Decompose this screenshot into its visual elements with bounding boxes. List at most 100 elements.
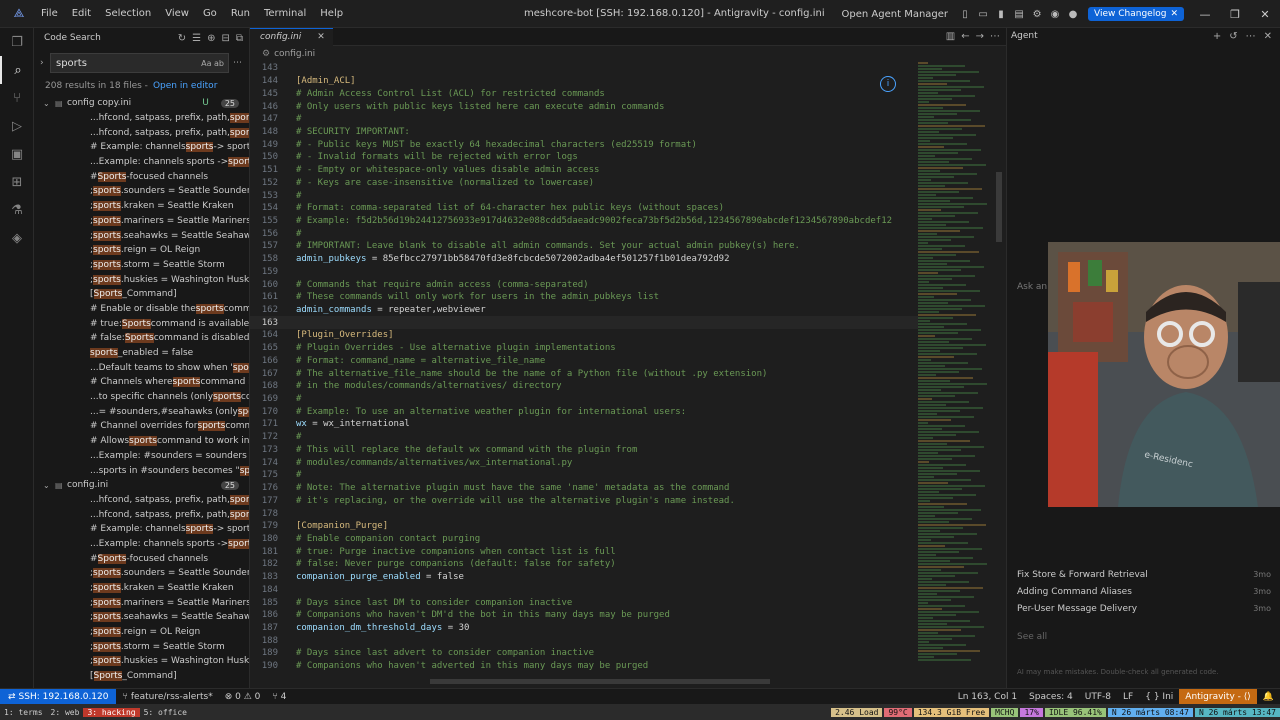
database-icon[interactable]: ◈ (0, 224, 34, 252)
code-line[interactable]: 161 # These commands will only work for u… (250, 291, 918, 304)
go-back-icon[interactable]: ← (961, 31, 969, 42)
code-line[interactable]: 190 # Companions who haven't adverted in … (250, 660, 918, 672)
open-agent-manager-button[interactable]: Open Agent Manager (842, 9, 949, 20)
result-match-line[interactable]: [Sports _Command] (34, 669, 249, 684)
remote-explorer-icon[interactable]: ▣ (0, 140, 34, 168)
result-match-line[interactable]: # false: Sports command is disabled (34, 331, 249, 346)
menu-item-terminal[interactable]: Terminal (257, 8, 313, 19)
result-match-line[interactable]: # Example: channels sports -> sports.sou… (34, 522, 249, 537)
layout-sidebar-right-icon[interactable]: ▮ (993, 6, 1009, 22)
remote-indicator[interactable]: ⇄ SSH: 192.168.0.120 (0, 688, 117, 705)
code-line[interactable]: 150 # - Invalid formats will be rejected … (250, 151, 918, 164)
maximize-button[interactable]: ❐ (1220, 8, 1250, 21)
close-tab-icon[interactable]: ✕ (317, 32, 325, 42)
code-line[interactable]: 187 companion_dm_threshold_days = 30 (250, 622, 918, 635)
result-match-line[interactable]: ...= #sounders,#seahawks (only sports co… (34, 404, 249, 419)
close-window-button[interactable]: ✕ (1250, 8, 1280, 21)
result-match-line[interactable]: [Sports _Command] (34, 287, 249, 302)
refresh-icon[interactable]: ↻ (178, 33, 186, 44)
tmux-window[interactable]: 3: hacking (83, 707, 140, 717)
code-line[interactable]: 148 # SECURITY IMPORTANT: (250, 126, 918, 139)
result-match-line[interactable]: ; sports .storm = Seattle Storm (34, 258, 249, 273)
tmux-window[interactable]: 1: terms (0, 708, 47, 717)
agent-input[interactable]: Ask an (1017, 282, 1047, 292)
go-forward-icon[interactable]: → (976, 31, 984, 42)
code-line[interactable]: 155 # Example: f5d2b56d19b24412756933e917… (250, 215, 918, 228)
more-actions-icon[interactable]: ⋯ (990, 31, 1000, 42)
code-line[interactable]: 166 # Format: command_name = alternative_… (250, 355, 918, 368)
code-line[interactable]: 164 [Plugin_Overrides] (250, 329, 918, 342)
result-match-line[interactable]: ...hfcond, satpass, prefix, path, sports… (34, 125, 249, 140)
code-line[interactable]: 162 admin_commands = repeater,webviewer (250, 304, 918, 317)
result-match-line[interactable]: ...Default teams to show when 'sports' c… (34, 360, 249, 375)
code-line[interactable]: 159 (250, 266, 918, 279)
result-match-line[interactable]: # Sports -focused channels (34, 551, 249, 566)
conversation-item[interactable]: Per-User Message Delivery 3mo (1007, 600, 1280, 617)
code-line[interactable]: 175 # (250, 469, 918, 482)
code-line[interactable]: 151 # - Empty or whitespace-only values d… (250, 164, 918, 177)
minimap[interactable] (918, 62, 994, 672)
new-chat-icon[interactable]: + (1213, 31, 1221, 42)
result-match-line[interactable]: ; sports .seahawks = Seattle Seahawks (34, 228, 249, 243)
result-match-line[interactable]: ...hfcond, satpass, prefix, path, sports… (34, 493, 249, 508)
code-line[interactable]: 169 # (250, 393, 918, 406)
code-line[interactable]: 165 # Plugin Overrides - Use alternative … (250, 342, 918, 355)
testing-icon[interactable]: ⚗ (0, 196, 34, 224)
code-line[interactable]: 152 # - Keys are case-insensitive (normal… (250, 176, 918, 189)
result-match-line[interactable]: ...Example: channels sports -> sports.so… (34, 537, 249, 552)
notifications-bell-icon[interactable]: 🔔 (1257, 692, 1280, 702)
match-case-icon[interactable]: Aa ab (201, 59, 224, 68)
code-line[interactable]: 174 # modules/commands/alternatives/wx_in… (250, 456, 918, 469)
explorer-icon[interactable]: ❐ (0, 28, 34, 56)
code-line[interactable]: 153 # (250, 189, 918, 202)
info-icon[interactable]: i (880, 76, 896, 92)
encoding[interactable]: UTF-8 (1079, 692, 1117, 702)
code-line[interactable]: 160 # Commands that require admin access … (250, 278, 918, 291)
conversation-item[interactable]: Fix Store & Forward Retrieval 3mo (1007, 566, 1280, 583)
clear-results-icon[interactable]: ☰ (192, 33, 201, 44)
minimize-button[interactable]: — (1190, 8, 1220, 21)
code-line[interactable]: 185 # Days since last DM to consider comp… (250, 596, 918, 609)
close-panel-icon[interactable]: ✕ (1264, 31, 1272, 42)
menu-item-file[interactable]: File (34, 8, 65, 19)
code-line[interactable]: 167 # The alternative_file_name should be… (250, 367, 918, 380)
result-match-line[interactable]: ; sports .storm = Seattle Storm (34, 639, 249, 654)
result-match-line[interactable]: ...Example: channels sports -> sports.so… (34, 155, 249, 170)
result-match-line[interactable]: sports _enabled = false (34, 346, 249, 361)
new-search-editor-icon[interactable]: ⊕ (207, 33, 215, 44)
breadcrumb[interactable]: ⚙ config.ini (250, 46, 1006, 62)
code-line[interactable]: 144 [Admin_ACL] (250, 75, 918, 88)
result-match-line[interactable]: # Example: channels sports -> sports.sou… (34, 140, 249, 155)
code-line[interactable]: 178 (250, 507, 918, 520)
menu-item-help[interactable]: Help (313, 8, 350, 19)
result-match-line[interactable]: ; sports .mariners = Seattle Mariners (34, 214, 249, 229)
result-match-line[interactable]: ; sports .mariners = Seattle Mariners (34, 595, 249, 610)
code-line[interactable]: 176 # Note: The alternative plugin must h… (250, 482, 918, 495)
branch-indicator[interactable]: ⑂ feature/rss-alerts* (116, 692, 218, 702)
code-line[interactable]: 158 admin_pubkeys = 85efbcc27971bb58470fd… (250, 253, 918, 266)
source-control-icon[interactable]: ⑂ (0, 84, 34, 112)
conversation-item[interactable]: Adding Command Aliases 3mo (1007, 583, 1280, 600)
more-options-icon[interactable]: ⋯ (233, 58, 243, 68)
code-line[interactable]: 188 (250, 634, 918, 647)
code-line[interactable]: 163 (250, 316, 918, 330)
tmux-window[interactable]: 2: web (47, 708, 84, 717)
account-icon[interactable]: ◉ (1047, 6, 1063, 22)
search-icon[interactable]: ⌕ (0, 56, 34, 84)
result-match-line[interactable]: ; sports .huskies = Washington Huskies (34, 654, 249, 669)
code-view[interactable]: 143 144 [Admin_ACL] 145 # Admin Access Contr… (250, 62, 918, 672)
result-match-line[interactable]: ...Example: #sounders = sounders (sports… (34, 449, 249, 464)
result-match-line[interactable]: # Channel overrides for sports command (34, 419, 249, 434)
result-file-row[interactable]: ⌄ ▤ config copy.ini U 25 (34, 96, 249, 111)
result-match-line[interactable]: ; sports .reign = OL Reign (34, 625, 249, 640)
search-input[interactable]: sports Aa ab (50, 53, 229, 73)
code-line[interactable]: 177 # it's replacing, or the override wil… (250, 494, 918, 507)
extensions-icon[interactable]: ⊞ (0, 168, 34, 196)
collapse-all-icon[interactable]: ⊟ (221, 33, 229, 44)
code-line[interactable]: 156 # (250, 227, 918, 240)
code-line[interactable]: 170 # Example: To use an alternative weat… (250, 405, 918, 418)
view-changelog-button[interactable]: View Changelog ✕ (1088, 7, 1184, 21)
menu-item-run[interactable]: Run (224, 8, 257, 19)
code-line[interactable]: 147 # (250, 113, 918, 126)
chevron-down-icon[interactable]: ⌄ (43, 481, 55, 490)
